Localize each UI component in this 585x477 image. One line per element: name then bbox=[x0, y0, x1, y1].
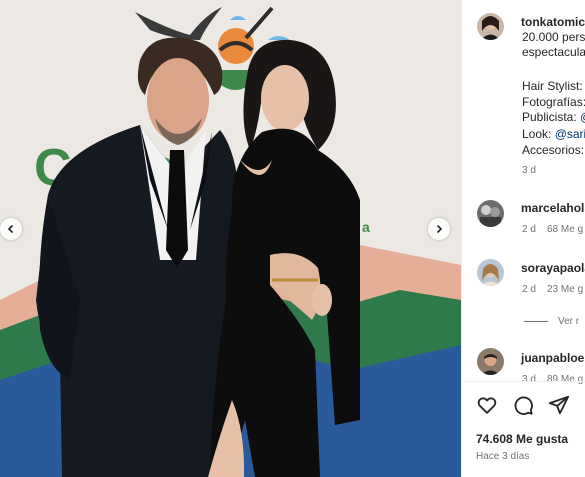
mention-link[interactable]: @sari bbox=[555, 127, 585, 141]
comment-username[interactable]: juanpabloe bbox=[521, 351, 584, 365]
comment-likes[interactable]: 23 Me g bbox=[547, 284, 583, 295]
post-photo[interactable]: Ca ue a bbox=[0, 0, 461, 477]
like-count[interactable]: 74.608 Me gusta bbox=[476, 432, 568, 446]
previous-photo-button[interactable] bbox=[0, 218, 22, 240]
mention-link[interactable]: @ bbox=[580, 110, 585, 124]
comment-icon bbox=[514, 396, 533, 415]
comment-age: 3 d bbox=[522, 374, 536, 385]
comment-likes[interactable]: 89 Me g bbox=[547, 374, 583, 385]
caption-line: espectacula bbox=[522, 45, 585, 59]
view-replies-button[interactable]: Ver r bbox=[524, 316, 579, 327]
chevron-left-icon bbox=[7, 224, 14, 234]
action-bar bbox=[476, 394, 570, 416]
author-username[interactable]: tonkatomic bbox=[521, 15, 585, 29]
caption-line: Fotografías: bbox=[522, 95, 585, 109]
commenter-avatar[interactable] bbox=[477, 259, 504, 286]
comment-username[interactable]: sorayapaola bbox=[521, 261, 585, 275]
caption-age: 3 d bbox=[522, 165, 536, 176]
like-button[interactable] bbox=[476, 394, 498, 416]
commenter-avatar[interactable] bbox=[477, 348, 504, 375]
caption-line: Hair Stylist: bbox=[522, 79, 583, 93]
caption-line: Accesorios: bbox=[522, 143, 585, 157]
replies-divider-line bbox=[524, 321, 548, 322]
caption-line: 20.000 pers bbox=[522, 30, 585, 44]
caption-line-mention[interactable]: Look: @sari bbox=[522, 127, 585, 142]
post-date[interactable]: Hace 3 días bbox=[476, 451, 529, 462]
comment-age: 2 d bbox=[522, 284, 536, 295]
banner-small-text: a bbox=[362, 219, 370, 235]
commenter-avatar[interactable] bbox=[477, 200, 504, 227]
next-photo-button[interactable] bbox=[428, 218, 450, 240]
comment-age: 2 d bbox=[522, 224, 536, 235]
photo-scene: Ca ue a bbox=[0, 0, 461, 477]
author-avatar[interactable] bbox=[477, 13, 504, 40]
send-icon bbox=[548, 395, 570, 415]
actions-divider bbox=[462, 381, 585, 382]
comment-username[interactable]: marcelahols bbox=[521, 201, 585, 215]
chevron-right-icon bbox=[436, 224, 443, 234]
heart-icon bbox=[477, 397, 497, 414]
caption-line-mention[interactable]: Publicista: @ bbox=[522, 110, 585, 125]
view-replies-label: Ver r bbox=[558, 316, 580, 327]
comment-button[interactable] bbox=[512, 394, 534, 416]
comment-likes[interactable]: 68 Me g bbox=[547, 224, 583, 235]
comments-panel: tonkatomic 20.000 pers espectacula Hair … bbox=[461, 0, 585, 477]
share-button[interactable] bbox=[548, 394, 570, 416]
